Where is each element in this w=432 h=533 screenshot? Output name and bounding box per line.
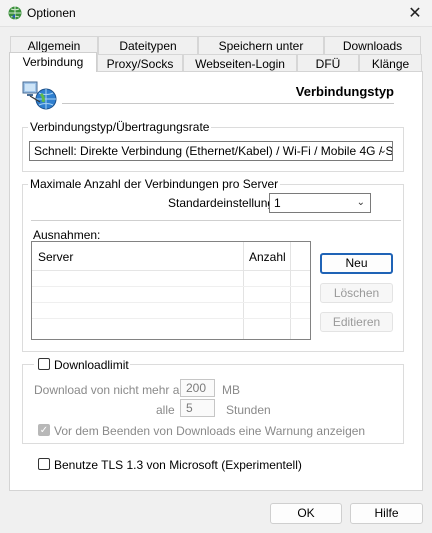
close-icon: ✕ <box>408 5 422 22</box>
download-interval-label: alle <box>156 403 175 417</box>
list-row-line <box>32 286 310 287</box>
default-connections-select[interactable]: 1 ⌄ <box>269 193 371 213</box>
ok-button[interactable]: OK <box>270 503 342 524</box>
chevron-down-icon: ⌄ <box>356 197 365 208</box>
header-divider <box>62 103 394 104</box>
download-limit-label: Downloadlimit <box>54 358 129 372</box>
group-divider <box>31 220 401 221</box>
column-anzahl[interactable]: Anzahl <box>249 250 286 264</box>
download-limit-checkbox[interactable] <box>38 358 50 370</box>
tls-label: Benutze TLS 1.3 von Microsoft (Experimen… <box>54 458 302 472</box>
connection-type-select[interactable]: Schnell: Direkte Verbindung (Ethernet/Ka… <box>29 141 393 161</box>
tab-speichern-unter[interactable]: Speichern unter <box>198 36 324 54</box>
connection-type-value: Schnell: Direkte Verbindung (Ethernet/Ka… <box>34 144 393 158</box>
new-button[interactable]: Neu <box>320 253 393 274</box>
check-icon: ✓ <box>39 425 49 436</box>
title-bar: Optionen ✕ <box>0 0 432 27</box>
app-icon <box>8 6 22 20</box>
tab-dateitypen[interactable]: Dateitypen <box>98 36 198 54</box>
download-interval-unit: Stunden <box>226 403 271 417</box>
max-connections-label: Maximale Anzahl der Verbindungen pro Ser… <box>28 177 281 191</box>
delete-button[interactable]: Löschen <box>320 283 393 303</box>
tab-verbindung[interactable]: Verbindung <box>9 52 97 72</box>
list-header: Server Anzahl <box>32 242 310 271</box>
exceptions-list[interactable]: Server Anzahl <box>31 241 311 340</box>
warn-before-exit-label: Vor dem Beenden von Downloads eine Warnu… <box>54 424 366 438</box>
window-title: Optionen <box>27 6 76 20</box>
column-server[interactable]: Server <box>38 250 73 264</box>
list-row-line <box>32 318 310 319</box>
tls-checkbox[interactable] <box>38 458 50 470</box>
connection-type-label: Verbindungstyp/Übertragungsrate <box>28 120 212 134</box>
warn-before-exit-checkbox[interactable]: ✓ <box>38 424 50 436</box>
download-max-unit: MB <box>222 383 240 397</box>
tab-klaenge[interactable]: Klänge <box>359 54 422 72</box>
column-separator <box>243 242 244 339</box>
default-setting-label: Standardeinstellung <box>168 196 275 210</box>
tab-webseiten-login[interactable]: Webseiten-Login <box>183 54 297 72</box>
chevron-down-icon: ⌄ <box>378 145 387 156</box>
download-max-label: Download von nicht mehr als <box>34 383 189 397</box>
list-row-line <box>32 302 310 303</box>
default-connections-value: 1 <box>274 196 281 210</box>
close-button[interactable]: ✕ <box>398 0 432 26</box>
network-globe-icon <box>22 81 57 110</box>
column-separator <box>290 242 291 339</box>
download-max-mb-input[interactable]: 200 <box>180 379 215 397</box>
page-title: Verbindungstyp <box>295 84 394 99</box>
tab-dfue[interactable]: DFÜ <box>297 54 359 72</box>
tab-proxy-socks[interactable]: Proxy/Socks <box>97 54 183 72</box>
download-interval-input[interactable]: 5 <box>180 399 215 417</box>
edit-button[interactable]: Editieren <box>320 312 393 332</box>
tab-downloads[interactable]: Downloads <box>324 36 421 54</box>
exceptions-label: Ausnahmen: <box>33 228 101 242</box>
help-button[interactable]: Hilfe <box>350 503 423 524</box>
